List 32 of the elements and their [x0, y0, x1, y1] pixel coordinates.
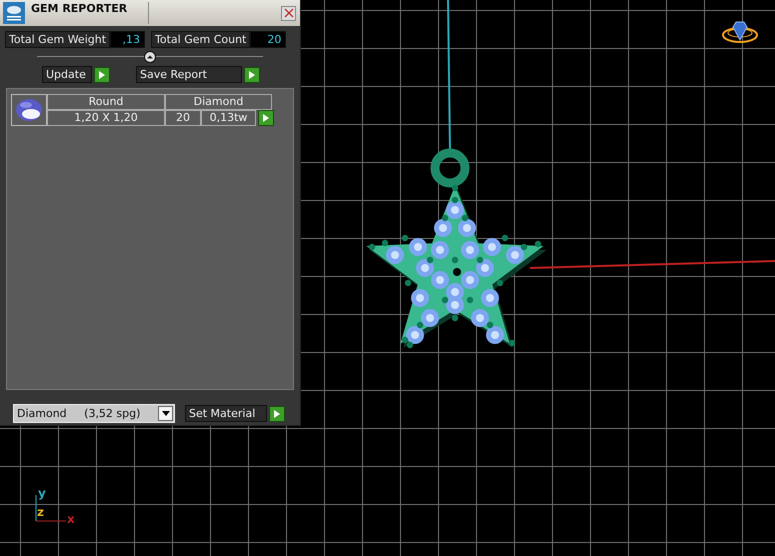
axis-label: z — [37, 506, 44, 518]
axis-label: y — [38, 487, 46, 499]
action-label: Save Report — [136, 66, 242, 83]
table-cell: Diamond — [165, 94, 272, 110]
window-title: GEM REPORTER — [31, 2, 128, 15]
total-label: Total Gem Count — [151, 31, 250, 48]
action-label: Update — [42, 66, 92, 83]
table-cell: 1,20 X 1,20 — [47, 110, 165, 126]
play-icon — [99, 70, 105, 78]
play-icon — [274, 410, 280, 418]
run-button[interactable] — [94, 66, 110, 82]
total-value: 20 — [250, 31, 286, 48]
total-value: ,13 — [110, 31, 146, 48]
play-icon — [263, 114, 269, 122]
axis-label: x — [67, 513, 75, 525]
table-cell: 20 — [165, 110, 201, 126]
run-button[interactable] — [244, 66, 260, 82]
ring-icon — [722, 22, 758, 43]
set-material-button[interactable] — [269, 406, 285, 422]
dropdown-arrow-icon — [162, 411, 170, 416]
set-material-label: Set Material — [185, 405, 267, 422]
close-icon — [284, 8, 294, 18]
material-dropdown[interactable]: Diamond (3,52 spg) — [13, 404, 175, 423]
table-cell: 0,13tw — [201, 110, 256, 126]
dropdown-value: Diamond (3,52 spg) — [16, 407, 142, 420]
collapse-icon — [144, 51, 156, 63]
close-button[interactable] — [281, 6, 296, 20]
total-label: Total Gem Weight — [5, 31, 110, 48]
play-icon — [249, 70, 255, 78]
table-cell: Round — [47, 94, 165, 110]
gem-app-icon — [3, 2, 25, 24]
gem-play-button[interactable] — [258, 110, 274, 126]
